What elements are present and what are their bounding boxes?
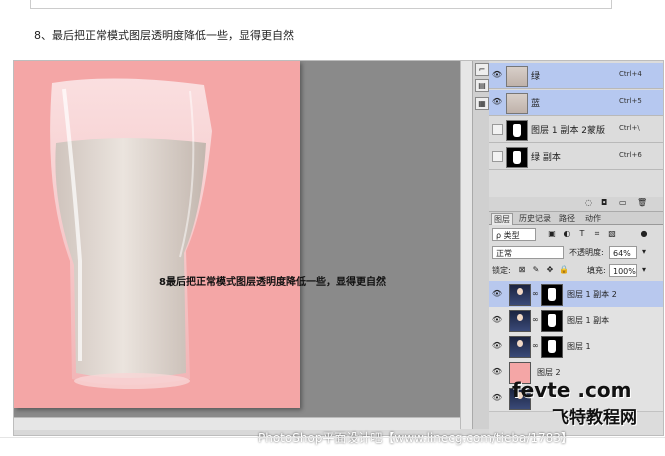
channel-shortcut: Ctrl+4 <box>619 70 642 78</box>
lock-pixels-icon[interactable]: ✎ <box>531 265 541 275</box>
visibility-toggle[interactable] <box>492 124 503 135</box>
tab-3[interactable]: 动作 <box>583 213 603 224</box>
load-selection-icon[interactable]: ◌ <box>585 198 592 207</box>
lock-all-icon[interactable]: 🔒 <box>559 265 569 275</box>
layer-thumbnail <box>509 284 531 306</box>
opacity-label: 不透明度: <box>569 248 604 257</box>
eye-icon[interactable]: 👁 <box>491 288 503 300</box>
document-canvas[interactable] <box>14 61 300 408</box>
layer-mask-thumbnail[interactable] <box>541 310 563 332</box>
lock-row: 锁定: ⊠ ✎ ✥ 🔒 填充: 100% ▾ <box>489 262 663 280</box>
eye-icon[interactable]: 👁 <box>491 340 503 352</box>
milk-glass-image <box>50 78 212 389</box>
channel-row[interactable]: 图层 1 副本 2蒙版 Ctrl+\ <box>489 117 663 143</box>
link-icon[interactable]: ∞ <box>532 341 539 350</box>
channel-shortcut: Ctrl+5 <box>619 97 642 105</box>
layer-mask-thumbnail[interactable] <box>541 336 563 358</box>
eye-icon[interactable]: 👁 <box>491 69 503 81</box>
step-caption: 8、最后把正常模式图层透明度降低一些，显得更自然 <box>34 29 294 42</box>
new-channel-icon[interactable]: ▭ <box>619 198 627 207</box>
link-icon[interactable]: ∞ <box>532 315 539 324</box>
shape-filter-icon[interactable]: ⌗ <box>592 229 602 239</box>
lock-label: 锁定: <box>492 266 511 275</box>
channel-name: 绿 <box>531 72 541 82</box>
layer-name: 图层 1 副本 <box>567 316 610 325</box>
eye-icon[interactable]: 👁 <box>491 392 503 404</box>
visibility-toggle[interactable] <box>492 151 503 162</box>
layer-row[interactable]: 👁 ∞ 图层 1 <box>489 333 663 360</box>
article-divider <box>0 437 665 438</box>
canvas-workspace[interactable] <box>14 61 460 417</box>
properties-icon[interactable]: ▦ <box>475 97 489 110</box>
eye-icon[interactable]: 👁 <box>491 366 503 378</box>
layer-row[interactable]: 👁 ∞ 图层 1 副本 <box>489 307 663 334</box>
article-frame-top <box>30 0 612 9</box>
channel-row[interactable]: 绿 副本 Ctrl+6 <box>489 144 663 170</box>
layer-name: 图层 1 副本 2 <box>567 290 617 299</box>
panel-icon-strip: ⌐ ▤ ▦ <box>472 61 490 429</box>
channel-thumbnail <box>506 120 528 141</box>
tab-0[interactable]: 图层 <box>491 213 513 225</box>
channel-name: 蓝 <box>531 99 541 109</box>
link-icon[interactable]: ∞ <box>532 289 539 298</box>
filter-row: ρ 类型 ▣ ◐ T ⌗ ▧ ● <box>489 226 663 244</box>
layer-thumbnail <box>509 336 531 358</box>
layer-mask-thumbnail[interactable] <box>541 284 563 306</box>
tab-1[interactable]: 历史记录 <box>517 213 553 224</box>
lock-position-icon[interactable]: ✥ <box>545 265 555 275</box>
fill-input[interactable]: 100% <box>609 264 637 277</box>
watermark-brand: 飞特教程网 <box>552 408 637 428</box>
trash-icon[interactable]: 🗑 <box>637 198 647 207</box>
tab-2[interactable]: 路径 <box>557 213 577 224</box>
layer-row[interactable]: 👁 ∞ 图层 1 副本 2 <box>489 281 663 308</box>
layer-name: 图层 2 <box>537 368 561 377</box>
channel-thumbnail <box>506 66 528 87</box>
layer-name: 图层 1 <box>567 342 591 351</box>
watermark-site: fevte .com <box>512 378 632 402</box>
fill-label: 填充: <box>587 266 606 275</box>
adjustment-filter-icon[interactable]: ◐ <box>562 229 572 239</box>
channel-row[interactable]: 👁 绿 Ctrl+4 <box>489 63 663 89</box>
eye-icon[interactable]: 👁 <box>491 314 503 326</box>
smart-filter-icon[interactable]: ▧ <box>607 229 617 239</box>
opacity-dropdown-icon[interactable]: ▾ <box>639 247 649 257</box>
collapse-icon[interactable]: ⌐ <box>475 63 489 76</box>
channel-row[interactable]: 👁 蓝 Ctrl+5 <box>489 90 663 116</box>
image-filter-icon[interactable]: ▣ <box>547 229 557 239</box>
blend-mode-select[interactable]: 正常 <box>492 246 564 259</box>
type-filter-icon[interactable]: T <box>577 229 587 239</box>
channel-shortcut: Ctrl+\ <box>619 124 640 132</box>
channel-name: 图层 1 副本 2蒙版 <box>531 126 606 136</box>
eye-icon[interactable]: 👁 <box>491 96 503 108</box>
blend-row: 正常 不透明度: 64% ▾ <box>489 244 663 262</box>
lock-transparency-icon[interactable]: ⊠ <box>517 265 527 275</box>
channel-name: 绿 副本 <box>531 153 561 163</box>
filter-toggle-icon[interactable]: ● <box>639 229 649 239</box>
opacity-input[interactable]: 64% <box>609 246 637 259</box>
channel-thumbnail <box>506 147 528 168</box>
filter-select[interactable]: ρ 类型 <box>492 228 536 241</box>
canvas-overlay-text: 8最后把正常模式图层透明度降低一些，显得更自然 <box>159 277 386 288</box>
channel-thumbnail <box>506 93 528 114</box>
layer-thumbnail <box>509 310 531 332</box>
channel-shortcut: Ctrl+6 <box>619 151 642 159</box>
save-selection-icon[interactable]: ◘ <box>601 198 607 207</box>
layers-panel-tabs: 图层 历史记录 路径 动作 <box>489 212 663 225</box>
history-icon[interactable]: ▤ <box>475 79 489 92</box>
channels-footer: ◌ ◘ ▭ 🗑 <box>489 197 663 212</box>
fill-dropdown-icon[interactable]: ▾ <box>639 265 649 275</box>
